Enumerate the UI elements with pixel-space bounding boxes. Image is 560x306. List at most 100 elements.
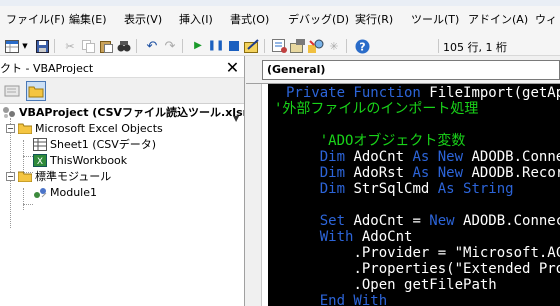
tree-item-excel-objects[interactable]: − Microsoft Excel Objects bbox=[6, 120, 163, 136]
project-explorer: クト - VBAProject ✕ ▼ VBAProject (CSVファイル読… bbox=[0, 56, 245, 306]
folder-icon bbox=[17, 170, 33, 183]
keyword: As New bbox=[412, 165, 472, 181]
project-explorer-title-bar: クト - VBAProject ✕ bbox=[0, 56, 244, 78]
tree-item-label: Module1 bbox=[50, 185, 97, 199]
keyword: With bbox=[319, 229, 362, 245]
identifier: .Open getFilePath bbox=[353, 277, 497, 293]
svg-text:X: X bbox=[37, 157, 43, 167]
code-line[interactable]: End With bbox=[286, 293, 387, 306]
menu-file[interactable]: ファイル(F) bbox=[6, 11, 65, 27]
break-icon[interactable]: ❚❚ bbox=[208, 38, 225, 54]
run-icon[interactable]: ▶ bbox=[190, 38, 206, 54]
help-icon[interactable]: ? bbox=[354, 38, 370, 54]
project-explorer-title: クト - VBAProject bbox=[0, 62, 94, 75]
tree-item-modules[interactable]: − 標準モジュール bbox=[6, 168, 111, 184]
undo-icon[interactable]: ↶ bbox=[144, 38, 160, 54]
collapse-icon[interactable]: − bbox=[6, 171, 15, 181]
close-icon[interactable]: ✕ bbox=[222, 57, 243, 77]
worksheet-icon bbox=[33, 137, 47, 151]
code-line[interactable]: Private Function FileImport(getApp bbox=[286, 85, 560, 101]
object-browser-icon[interactable] bbox=[308, 38, 324, 54]
redo-icon[interactable]: ↷ bbox=[162, 38, 178, 54]
collapse-icon[interactable]: − bbox=[6, 123, 15, 133]
menu-format[interactable]: 書式(O) bbox=[230, 11, 269, 27]
view-code-button[interactable] bbox=[2, 81, 22, 101]
code-window: (General) Private Function FileImport(ge… bbox=[246, 56, 560, 306]
code-line[interactable]: .Open getFilePath bbox=[286, 277, 497, 293]
menu-window[interactable]: ウィ bbox=[535, 11, 557, 27]
cut-icon[interactable]: ✂ bbox=[62, 38, 78, 54]
design-mode-icon[interactable] bbox=[244, 38, 260, 54]
toggle-folders-button[interactable] bbox=[26, 81, 46, 101]
paste-icon[interactable] bbox=[98, 38, 114, 54]
code-line[interactable]: With AdoCnt bbox=[286, 229, 413, 245]
keyword: Dim bbox=[319, 165, 354, 181]
menu-view[interactable]: 表示(V) bbox=[124, 11, 162, 27]
comment bbox=[286, 133, 320, 149]
identifier: .Provider = "Microsoft.ACE bbox=[353, 245, 560, 261]
project-tree: VBAProject (CSVファイル読込ツール.xlsm − Microsof… bbox=[0, 104, 245, 306]
workbook-icon: X bbox=[33, 153, 47, 167]
view-excel-icon[interactable] bbox=[4, 38, 20, 54]
code-line[interactable]: '外部ファイルのインポート処理 bbox=[274, 101, 478, 117]
vba-project-icon bbox=[2, 106, 16, 119]
object-dropdown[interactable]: (General) bbox=[262, 60, 560, 80]
menu-bar: ファイル(F) 編集(E) 表示(V) 挿入(I) 書式(O) デバッグ(D) … bbox=[0, 0, 560, 36]
title-bar-strip bbox=[0, 0, 560, 6]
menu-edit[interactable]: 編集(E) bbox=[69, 11, 107, 27]
code-line[interactable]: Dim StrSqlCmd As String bbox=[286, 181, 514, 197]
identifier: ADODB.Records bbox=[471, 165, 560, 181]
comment: '外部ファイルのインポート処理 bbox=[274, 101, 479, 117]
menu-addins[interactable]: アドイン(A) bbox=[468, 11, 528, 27]
margin-indicator-bar[interactable] bbox=[246, 84, 262, 306]
toolbar-separator bbox=[438, 39, 439, 53]
keyword: Set bbox=[319, 213, 354, 229]
identifier: FileImport(getApp bbox=[429, 85, 560, 101]
properties-window-icon[interactable] bbox=[290, 38, 306, 54]
menu-insert[interactable]: 挿入(I) bbox=[179, 11, 213, 27]
keyword: Dim bbox=[319, 181, 354, 197]
tree-item-sheet1[interactable]: Sheet1 (CSVデータ) bbox=[33, 136, 156, 152]
tree-item-label: Sheet1 (CSVデータ) bbox=[50, 138, 157, 151]
keyword: Dim bbox=[319, 149, 354, 165]
toolbar-separator bbox=[264, 39, 265, 53]
identifier: StrSqlCmd bbox=[353, 181, 438, 197]
identifier: AdoCnt bbox=[353, 149, 413, 165]
cursor-position: 105 行, 1 桁 bbox=[443, 41, 507, 54]
identifier: ADODB.Connect bbox=[471, 149, 560, 165]
standard-toolbar: ▼ ✂ ↶ ↷ ▶ ❚❚ ✳ ? 105 行, 1 桁 bbox=[0, 36, 560, 56]
code-line[interactable]: Set AdoCnt = New ADODB.Connect bbox=[286, 213, 560, 229]
toolbox-icon[interactable]: ✳ bbox=[326, 38, 342, 54]
module-icon bbox=[33, 186, 47, 199]
dropdown-arrow-icon[interactable]: ▼ bbox=[20, 38, 30, 54]
keyword: New bbox=[429, 213, 464, 229]
code-line[interactable]: Dim AdoRst As New ADODB.Records bbox=[286, 165, 560, 181]
keyword: As String bbox=[437, 181, 514, 197]
keyword: End With bbox=[319, 293, 388, 306]
code-line[interactable]: .Properties("Extended Prope bbox=[286, 261, 560, 277]
identifier: AdoCnt = bbox=[353, 213, 430, 229]
tree-item-label: Microsoft Excel Objects bbox=[35, 121, 163, 135]
toolbar-separator bbox=[54, 39, 55, 53]
menu-tools[interactable]: ツール(T) bbox=[411, 11, 459, 27]
tree-item-module1[interactable]: Module1 bbox=[33, 184, 97, 200]
save-icon[interactable] bbox=[34, 38, 50, 54]
code-editor[interactable]: Private Function FileImport(getApp '外部ファ… bbox=[246, 83, 560, 306]
tree-item-thisworkbook[interactable]: X ThisWorkbook bbox=[33, 152, 127, 168]
code-line[interactable]: Dim AdoCnt As New ADODB.Connect bbox=[286, 149, 560, 165]
tree-item-label: 標準モジュール bbox=[35, 170, 112, 183]
code-line[interactable]: 'ADOオブジェクト変数 bbox=[286, 133, 466, 149]
tree-item-label: VBAProject (CSVファイル読込ツール.xlsm bbox=[19, 106, 245, 119]
toolbar-separator bbox=[182, 39, 183, 53]
reset-icon[interactable] bbox=[226, 38, 242, 54]
find-icon[interactable] bbox=[116, 38, 132, 54]
tree-item-vbaproject[interactable]: VBAProject (CSVファイル読込ツール.xlsm bbox=[2, 104, 245, 120]
code-text-area[interactable]: Private Function FileImport(getApp '外部ファ… bbox=[268, 84, 560, 306]
identifier: .Properties("Extended Prope bbox=[353, 261, 560, 277]
copy-icon[interactable] bbox=[80, 38, 96, 54]
code-line[interactable]: .Provider = "Microsoft.ACE bbox=[286, 245, 560, 261]
project-explorer-icon[interactable] bbox=[272, 38, 288, 54]
menu-debug[interactable]: デバッグ(D) bbox=[288, 11, 349, 27]
tree-item-label: ThisWorkbook bbox=[50, 153, 128, 167]
menu-run[interactable]: 実行(R) bbox=[355, 11, 393, 27]
